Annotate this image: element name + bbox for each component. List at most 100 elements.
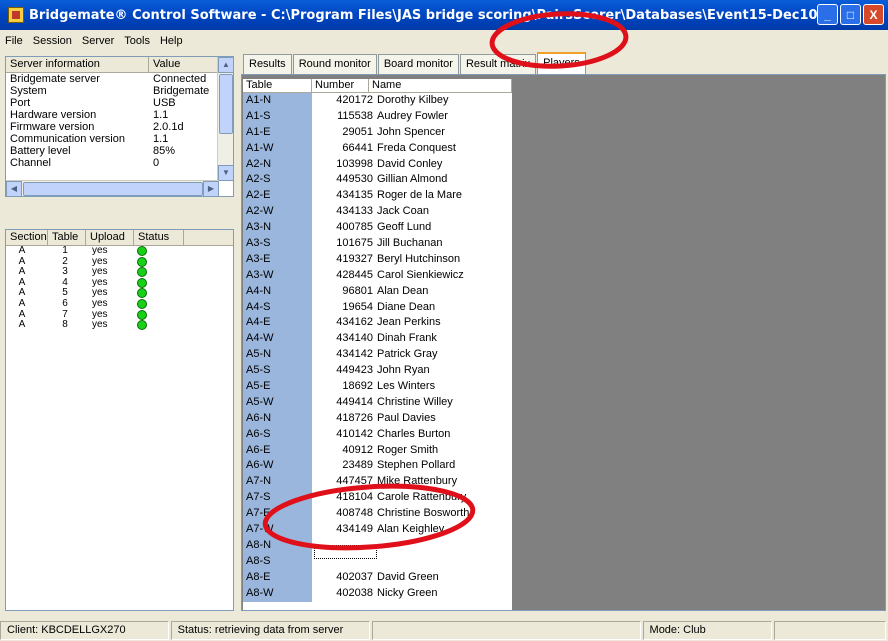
player-table-cell[interactable]: A7-W <box>243 522 312 538</box>
column-header-section[interactable]: Section <box>6 230 48 245</box>
player-table-cell[interactable]: A7-S <box>243 490 312 507</box>
player-name-cell[interactable]: Les Winters <box>377 379 512 395</box>
player-name-cell[interactable]: David Conley <box>377 157 512 173</box>
table-status-row[interactable]: A 2 yes <box>6 256 233 268</box>
player-table-cell[interactable]: A8-E <box>243 569 312 586</box>
player-name-cell[interactable]: John Ryan <box>377 363 512 379</box>
scroll-thumb[interactable] <box>219 74 233 134</box>
player-table-cell[interactable]: A3-E <box>243 251 312 268</box>
player-name-cell[interactable]: Geoff Lund <box>377 220 512 236</box>
table-status-row[interactable]: A 1 yes <box>6 246 233 257</box>
player-table-cell[interactable]: A2-S <box>243 172 312 189</box>
player-row[interactable]: A6-N 418726 Paul Davies <box>243 410 512 427</box>
app-icon[interactable] <box>8 7 24 23</box>
column-header-server-information[interactable]: Server information <box>6 57 149 72</box>
player-number-cell[interactable]: 434142 <box>312 347 377 363</box>
server-info-vertical-scrollbar[interactable]: ▲ ▼ <box>217 57 233 181</box>
player-table-cell[interactable]: A3-N <box>243 220 312 237</box>
player-row[interactable]: A2-E 434135 Roger de la Mare <box>243 188 512 205</box>
player-table-cell[interactable]: A6-W <box>243 458 312 475</box>
player-name-cell[interactable]: Alan Keighley <box>377 522 512 538</box>
player-name-cell[interactable]: Audrey Fowler <box>377 109 512 125</box>
player-number-cell[interactable]: 434162 <box>312 315 377 331</box>
player-row[interactable]: A5-S 449423 John Ryan <box>243 363 512 380</box>
server-info-row[interactable]: Bridgemate server Connected <box>6 73 233 85</box>
player-table-cell[interactable]: A8-S <box>243 553 312 570</box>
player-table-cell[interactable]: A4-E <box>243 315 312 332</box>
player-number-cell[interactable]: 115538 <box>312 109 377 125</box>
player-table-cell[interactable]: A5-E <box>243 379 312 395</box>
player-number-cell[interactable]: 449423 <box>312 363 377 379</box>
player-name-cell[interactable]: Charles Burton <box>377 427 512 443</box>
player-name-cell[interactable]: Beryl Hutchinson <box>377 252 512 268</box>
player-row[interactable]: A2-N 103998 David Conley <box>243 156 512 173</box>
player-name-cell[interactable] <box>377 554 512 570</box>
player-row[interactable]: A8-S <box>243 553 512 570</box>
player-number-cell[interactable]: 434140 <box>312 331 377 347</box>
player-row[interactable]: A1-E 29051 John Spencer <box>243 124 512 141</box>
player-name-cell[interactable]: Dorothy Kilbey <box>377 93 512 109</box>
player-name-cell[interactable]: Jill Buchanan <box>377 236 512 252</box>
player-row[interactable]: A8-W 402038 Nicky Green <box>243 585 512 602</box>
scroll-down-icon[interactable]: ▼ <box>218 165 233 181</box>
player-table-cell[interactable]: A3-S <box>243 236 312 252</box>
player-table-cell[interactable]: A4-S <box>243 299 312 316</box>
player-name-cell[interactable]: David Green <box>377 570 512 586</box>
player-row[interactable]: A3-S 101675 Jill Buchanan <box>243 236 512 252</box>
player-name-cell[interactable]: Dinah Frank <box>377 331 512 347</box>
player-name-cell[interactable]: Alan Dean <box>377 284 512 300</box>
player-row[interactable]: A7-W 434149 Alan Keighley <box>243 522 512 538</box>
tab-round-monitor[interactable]: Round monitor <box>292 54 377 74</box>
player-number-cell[interactable]: 410142 <box>312 427 377 443</box>
player-name-cell[interactable]: Diane Dean <box>377 300 512 316</box>
menu-file[interactable]: File <box>0 34 28 52</box>
player-table-cell[interactable]: A7-E <box>243 506 312 523</box>
player-name-cell[interactable]: Carole Rattenbury <box>377 490 512 506</box>
player-number-cell[interactable]: 420172 <box>312 93 377 109</box>
table-status-row[interactable]: A 5 yes <box>6 288 233 299</box>
server-info-row[interactable]: Battery level 85% <box>6 145 233 157</box>
player-row[interactable]: A4-S 19654 Diane Dean <box>243 299 512 316</box>
player-number-cell[interactable]: 96801 <box>312 284 377 300</box>
player-row[interactable]: A7-E 408748 Christine Bosworth <box>243 506 512 523</box>
player-row[interactable]: A6-W 23489 Stephen Pollard <box>243 458 512 475</box>
player-row[interactable]: A6-E 40912 Roger Smith <box>243 442 512 459</box>
tab-result-matrix[interactable]: Result matrix <box>459 54 537 74</box>
player-number-cell[interactable]: 400785 <box>312 220 377 236</box>
player-row[interactable]: A4-N 96801 Alan Dean <box>243 283 512 300</box>
server-info-row[interactable]: Port USB <box>6 97 233 109</box>
player-name-cell[interactable] <box>377 538 512 554</box>
player-name-cell[interactable]: Christine Bosworth <box>377 506 512 522</box>
player-number-cell[interactable]: 449414 <box>312 395 377 411</box>
player-row[interactable]: A8-N <box>243 537 512 554</box>
menu-help[interactable]: Help <box>155 34 188 52</box>
player-name-cell[interactable]: Christine Willey <box>377 395 512 411</box>
table-status-row[interactable]: A 3 yes <box>6 267 233 278</box>
player-name-cell[interactable]: Carol Sienkiewicz <box>377 268 512 284</box>
player-row[interactable]: A4-E 434162 Jean Perkins <box>243 315 512 332</box>
player-row[interactable]: A7-N 447457 Mike Rattenbury <box>243 474 512 491</box>
player-table-cell[interactable]: A1-N <box>243 93 312 109</box>
player-row[interactable]: A1-N 420172 Dorothy Kilbey <box>243 93 512 109</box>
scroll-thumb-horizontal[interactable] <box>23 182 203 196</box>
player-number-cell[interactable]: 402038 <box>312 586 377 602</box>
tab-board-monitor[interactable]: Board monitor <box>377 54 459 74</box>
player-number-cell[interactable]: 434135 <box>312 188 377 204</box>
minimize-button[interactable]: _ <box>817 4 838 25</box>
player-table-cell[interactable]: A4-N <box>243 283 312 300</box>
player-table-cell[interactable]: A5-W <box>243 394 312 411</box>
player-row[interactable]: A7-S 418104 Carole Rattenbury <box>243 490 512 507</box>
player-name-cell[interactable]: Freda Conquest <box>377 141 512 157</box>
player-row[interactable]: A3-W 428445 Carol Sienkiewicz <box>243 267 512 284</box>
player-number-cell[interactable]: 29051 <box>312 125 377 141</box>
player-name-cell[interactable]: Jean Perkins <box>377 315 512 331</box>
player-row[interactable]: A5-W 449414 Christine Willey <box>243 394 512 411</box>
player-name-cell[interactable]: Nicky Green <box>377 586 512 602</box>
player-number-cell[interactable]: 419327 <box>312 252 377 268</box>
server-info-row[interactable]: Communication version 1.1 <box>6 133 233 145</box>
player-row[interactable]: A5-N 434142 Patrick Gray <box>243 347 512 364</box>
column-header-table[interactable]: Table <box>243 79 312 92</box>
player-table-cell[interactable]: A1-S <box>243 108 312 125</box>
menu-server[interactable]: Server <box>77 34 119 52</box>
server-info-row[interactable]: System Bridgemate <box>6 85 233 97</box>
